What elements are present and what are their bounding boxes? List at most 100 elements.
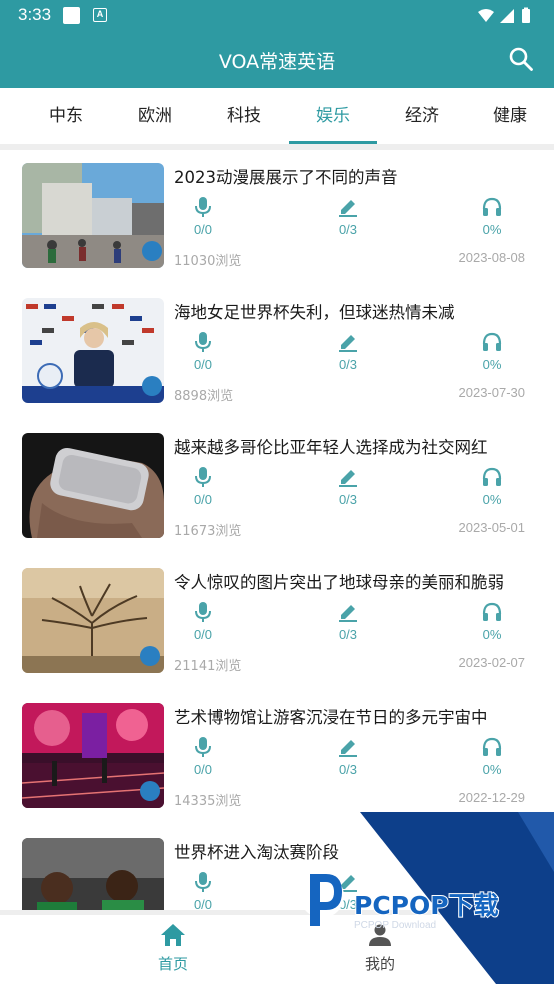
status-time: 3:33 xyxy=(18,5,52,24)
list-item[interactable]: 世界杯进入淘汰赛阶段 0/0 0/3 xyxy=(0,825,554,910)
status-icons xyxy=(478,7,530,23)
listen-stat: 0/0 xyxy=(173,736,233,777)
view-count: 21141浏览 xyxy=(174,659,242,674)
progress-stat: 0% xyxy=(462,736,522,777)
tab-technology[interactable]: 科技 xyxy=(200,88,288,144)
pencil-icon xyxy=(339,605,357,622)
listen-stat: 0/0 xyxy=(173,466,233,507)
listen-count: 0/0 xyxy=(193,762,213,777)
microphone-icon xyxy=(195,602,211,622)
listen-count: 0/0 xyxy=(193,897,213,910)
progress-percent: 0% xyxy=(482,492,502,507)
listen-count: 0/0 xyxy=(193,357,213,372)
headphones-icon xyxy=(482,197,502,216)
list-item[interactable]: 令人惊叹的图片突出了地球母亲的美丽和脆弱 0/0 0/3 0% 21141浏览 … xyxy=(0,555,554,690)
progress-percent: 0% xyxy=(482,762,502,777)
bottom-nav: 首页 我的 xyxy=(0,910,554,984)
person-icon xyxy=(369,924,391,946)
tab-entertainment[interactable]: 娱乐 xyxy=(289,88,377,144)
nav-home-label: 首页 xyxy=(157,955,188,973)
nav-home[interactable]: 首页 xyxy=(118,923,228,974)
article-title: 海地女足世界杯失利，但球迷热情未减 xyxy=(174,303,455,322)
write-count: 0/3 xyxy=(338,222,358,237)
progress-percent: 0% xyxy=(482,222,502,237)
nav-me-label: 我的 xyxy=(364,955,395,973)
article-thumbnail xyxy=(22,433,164,538)
write-stat: 0/3 xyxy=(318,196,378,237)
list-item[interactable]: 2023动漫展展示了不同的声音 0/0 0/3 0% 11030浏览 2023-… xyxy=(0,150,554,285)
publish-date: 2022-12-29 xyxy=(458,790,526,805)
tab-economy[interactable]: 经济 xyxy=(378,88,466,144)
article-thumbnail xyxy=(22,568,164,673)
publish-date: 2023-08-08 xyxy=(458,250,526,265)
progress-stat: 0% xyxy=(462,331,522,372)
category-tabs: 中东 欧洲 科技 娱乐 经济 健康 xyxy=(0,88,554,144)
article-title: 世界杯进入淘汰赛阶段 xyxy=(174,843,339,862)
search-icon[interactable] xyxy=(508,46,534,72)
progress-percent: 0% xyxy=(482,627,502,642)
pencil-icon xyxy=(339,470,357,487)
write-count: 0/3 xyxy=(338,357,358,372)
listen-stat: 0/0 xyxy=(173,871,233,910)
list-item[interactable]: 海地女足世界杯失利，但球迷热情未减 0/0 0/3 0% 8898浏览 2023… xyxy=(0,285,554,420)
app-title: VOA常速英语 xyxy=(218,51,336,73)
microphone-icon xyxy=(195,467,211,487)
listen-stat: 0/0 xyxy=(173,196,233,237)
listen-stat: 0/0 xyxy=(173,601,233,642)
headphones-icon xyxy=(482,737,502,756)
wifi-icon xyxy=(478,9,494,22)
headphones-icon xyxy=(482,332,502,351)
write-count: 0/3 xyxy=(338,897,358,910)
publish-date: 2023-05-01 xyxy=(458,520,526,535)
pencil-icon xyxy=(339,740,357,757)
tab-health[interactable]: 健康 xyxy=(466,88,554,144)
article-thumbnail xyxy=(22,163,164,268)
article-title: 2023动漫展展示了不同的声音 xyxy=(174,168,398,187)
view-count: 8898浏览 xyxy=(174,389,234,404)
listen-count: 0/0 xyxy=(193,222,213,237)
write-count: 0/3 xyxy=(338,492,358,507)
microphone-icon xyxy=(195,737,211,757)
notification-a-icon: A xyxy=(93,8,107,22)
view-count: 11673浏览 xyxy=(174,524,242,539)
write-count: 0/3 xyxy=(338,627,358,642)
write-count: 0/3 xyxy=(338,762,358,777)
write-stat: 0/3 xyxy=(318,331,378,372)
view-count: 11030浏览 xyxy=(174,254,242,269)
article-thumbnail xyxy=(22,298,164,403)
headphones-icon xyxy=(482,602,502,621)
listen-stat: 0/0 xyxy=(173,331,233,372)
signal-icon xyxy=(500,9,514,23)
headphones-icon xyxy=(482,467,502,486)
write-stat: 0/3 xyxy=(318,871,378,910)
progress-stat: 0% xyxy=(462,601,522,642)
pencil-icon xyxy=(339,875,357,892)
publish-date: 2023-07-30 xyxy=(458,385,526,400)
microphone-icon xyxy=(195,332,211,352)
list-item[interactable]: 越来越多哥伦比亚年轻人选择成为社交网红 0/0 0/3 0% 11673浏览 2… xyxy=(0,420,554,555)
tab-middle-east[interactable]: 中东 xyxy=(22,88,110,144)
list-item[interactable]: 艺术博物馆让游客沉浸在节日的多元宇宙中 0/0 0/3 0% 14335浏览 2… xyxy=(0,690,554,825)
microphone-icon xyxy=(195,197,211,217)
article-title: 艺术博物馆让游客沉浸在节日的多元宇宙中 xyxy=(174,708,488,727)
progress-stat: 0% xyxy=(462,196,522,237)
listen-count: 0/0 xyxy=(193,627,213,642)
nav-me[interactable]: 我的 xyxy=(325,923,435,974)
notification-square-icon xyxy=(63,7,80,24)
microphone-icon xyxy=(195,872,211,892)
app-bar: VOA常速英语 xyxy=(0,32,554,88)
pencil-icon xyxy=(339,335,357,352)
status-bar: 3:33 A xyxy=(0,0,554,32)
article-title: 令人惊叹的图片突出了地球母亲的美丽和脆弱 xyxy=(174,573,504,592)
pencil-icon xyxy=(339,200,357,217)
progress-stat: 0% xyxy=(462,466,522,507)
tab-europe[interactable]: 欧洲 xyxy=(111,88,199,144)
battery-icon xyxy=(522,9,530,23)
write-stat: 0/3 xyxy=(318,466,378,507)
publish-date: 2023-02-07 xyxy=(458,655,526,670)
progress-percent: 0% xyxy=(482,357,502,372)
article-list: 2023动漫展展示了不同的声音 0/0 0/3 0% 11030浏览 2023-… xyxy=(0,150,554,910)
home-icon xyxy=(161,924,185,946)
write-stat: 0/3 xyxy=(318,736,378,777)
article-title: 越来越多哥伦比亚年轻人选择成为社交网红 xyxy=(174,438,488,457)
